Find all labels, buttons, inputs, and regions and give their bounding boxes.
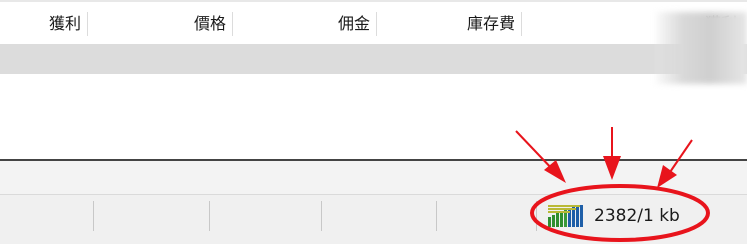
arrow-icon [603,127,621,180]
arrow-icon [657,139,693,188]
highlight-ellipse [530,184,710,242]
annotation-overlay [515,127,710,242]
arrow-icon [515,130,566,183]
